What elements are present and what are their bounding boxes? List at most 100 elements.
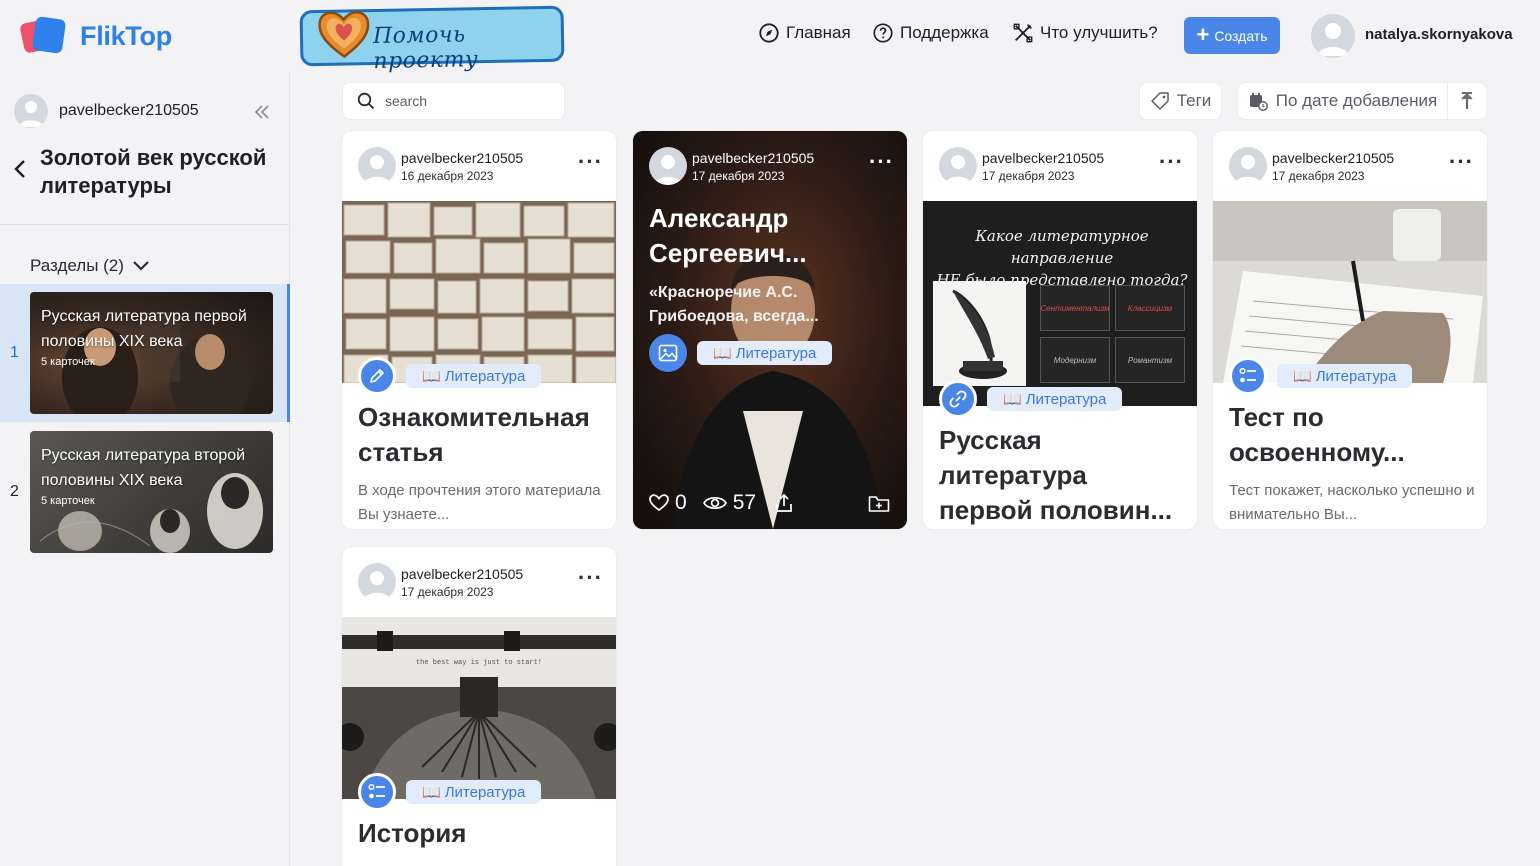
author-name: pavelbecker210505: [59, 102, 199, 119]
question-icon: [873, 23, 893, 43]
user-avatar[interactable]: [1311, 14, 1355, 58]
card-test[interactable]: pavelbecker210505 17 декабря 2023 ··· 📖 …: [1213, 131, 1487, 529]
card-history[interactable]: pavelbecker210505 17 декабря 2023 ··· th…: [342, 547, 616, 866]
section-item-2[interactable]: 2 Русская литература второй половины XIX…: [0, 423, 290, 561]
plus-icon: +: [1196, 21, 1210, 47]
card-header: pavelbecker210505 17 декабря 2023 ···: [342, 547, 616, 617]
nav-improve[interactable]: Что улучшить?: [1012, 22, 1158, 44]
option-classicism: Классицизм: [1115, 285, 1185, 331]
card-intro-article[interactable]: pavelbecker210505 16 декабря 2023 ··· 📖 …: [342, 131, 616, 529]
logo[interactable]: FlikTop: [19, 16, 172, 55]
nav-home[interactable]: Главная: [758, 22, 851, 44]
card-author[interactable]: pavelbecker210505: [692, 150, 814, 166]
heart-icon[interactable]: [649, 493, 669, 513]
card-title[interactable]: Александр Сергеевич...: [649, 201, 897, 271]
create-button[interactable]: + Создать: [1184, 17, 1280, 54]
nav-support[interactable]: Поддержка: [872, 22, 989, 44]
help-project-text: Помочь проекту: [372, 22, 479, 75]
user-silhouette-icon: [1317, 23, 1349, 56]
card-title[interactable]: Русская литература первой половин...: [939, 423, 1187, 528]
tag-badge[interactable]: 📖 Литература: [987, 387, 1123, 411]
section-title: Русская литература первой половины XIX в…: [41, 308, 247, 350]
quiz-icon: [368, 783, 385, 799]
help-project-banner[interactable]: Помочь проекту: [299, 5, 565, 74]
tag-badge[interactable]: 📖 Литература: [406, 780, 542, 804]
sections-toggle[interactable]: Разделы (2): [30, 256, 150, 276]
card-author[interactable]: pavelbecker210505: [401, 150, 523, 166]
card-date: 17 декабря 2023: [401, 585, 494, 599]
author-avatar[interactable]: [939, 147, 977, 185]
collapse-sidebar-icon[interactable]: [252, 102, 272, 122]
more-options-icon[interactable]: ···: [1159, 151, 1184, 173]
add-to-folder-icon[interactable]: [868, 494, 890, 514]
book-icon: 📖: [422, 368, 441, 385]
more-options-icon[interactable]: ···: [1449, 151, 1474, 173]
image-icon: [658, 344, 678, 362]
user-name[interactable]: natalya.skornyakova: [1365, 26, 1513, 43]
tag-badge[interactable]: 📖 Литература: [697, 341, 833, 365]
tag-icon: [1150, 92, 1169, 110]
option-sentimentalism: Сентиментализм: [1040, 285, 1110, 331]
tag-label: Литература: [1315, 367, 1397, 385]
card-author[interactable]: pavelbecker210505: [1272, 150, 1394, 166]
card-image: the best way is just to start!: [342, 617, 616, 799]
card-description: «Красноречие А.С. Грибоедова, всегда...: [649, 284, 819, 325]
book-icon: 📖: [1003, 391, 1022, 408]
tag-label: Литература: [1025, 390, 1107, 408]
back-arrow-icon[interactable]: [12, 158, 30, 180]
answer-options: Сентиментализм Классицизм Модернизм Рома…: [1040, 285, 1185, 385]
logo-icon: [19, 16, 67, 55]
tags-filter-button[interactable]: Теги: [1139, 82, 1222, 120]
more-options-icon[interactable]: ···: [869, 151, 894, 173]
nav-improve-label: Что улучшить?: [1040, 23, 1158, 42]
more-options-icon[interactable]: ···: [578, 151, 603, 173]
sort-direction-button[interactable]: [1447, 82, 1487, 120]
card-image: [1213, 201, 1487, 383]
likes-count: 0: [675, 491, 687, 514]
card-stats: 0 57: [649, 491, 794, 515]
card-author[interactable]: pavelbecker210505: [982, 150, 1104, 166]
chevron-down-icon: [133, 261, 149, 271]
card-griboedov[interactable]: pavelbecker210505 17 декабря 2023 ··· Ал…: [633, 131, 907, 529]
tools-icon: [1013, 23, 1033, 43]
section-thumbnail: Русская литература первой половины XIX в…: [30, 292, 273, 414]
tag-label: Литература: [735, 344, 817, 362]
card-russian-lit-first-half[interactable]: pavelbecker210505 17 декабря 2023 ··· Ка…: [923, 131, 1197, 529]
author-avatar[interactable]: [358, 563, 396, 601]
section-item-1[interactable]: 1 Русская литература первой половины XIX…: [0, 284, 290, 422]
card-date: 17 декабря 2023: [1272, 169, 1365, 183]
create-button-label: Создать: [1214, 27, 1268, 44]
author-avatar[interactable]: [649, 147, 687, 185]
search-bar[interactable]: [342, 82, 565, 120]
image-type-badge: [649, 334, 687, 372]
section-number: 2: [10, 483, 19, 500]
card-header: pavelbecker210505 17 декабря 2023 ···: [633, 131, 907, 201]
image-question-line1: Какое литературное направление: [975, 227, 1149, 267]
card-title[interactable]: История: [358, 816, 606, 851]
typewriter-text: the best way is just to start!: [415, 659, 543, 667]
top-header: FlikTop Помочь проекту Главная Поддержка…: [0, 0, 1540, 74]
author-avatar[interactable]: [1229, 147, 1267, 185]
sort-select[interactable]: По дате добавления: [1237, 82, 1448, 120]
search-input[interactable]: [385, 93, 545, 109]
card-date: 16 декабря 2023: [401, 169, 494, 183]
card-title[interactable]: Ознакомительная статья: [358, 400, 606, 470]
tag-badge[interactable]: 📖 Литература: [1277, 364, 1413, 388]
share-icon[interactable]: [774, 493, 794, 513]
arrow-up-icon: [1461, 92, 1473, 109]
card-title[interactable]: Тест по освоенному...: [1229, 400, 1477, 470]
card-image: Какое литературное направление НЕ было п…: [923, 201, 1197, 406]
link-type-badge: [939, 380, 977, 418]
article-type-badge: [358, 357, 396, 395]
section-number: 1: [10, 344, 19, 361]
book-icon: 📖: [713, 345, 732, 362]
card-header: pavelbecker210505 17 декабря 2023 ···: [923, 131, 1197, 201]
sort-label: По дате добавления: [1275, 91, 1438, 110]
more-options-icon[interactable]: ···: [578, 567, 603, 589]
sidebar: pavelbecker210505 Золотой век русской ли…: [0, 72, 290, 866]
quiz-icon: [1239, 367, 1256, 383]
tag-badge[interactable]: 📖 Литература: [406, 364, 542, 388]
author-avatar[interactable]: [358, 147, 396, 185]
card-author[interactable]: pavelbecker210505: [401, 566, 523, 582]
sidebar-author[interactable]: pavelbecker210505: [14, 94, 199, 128]
